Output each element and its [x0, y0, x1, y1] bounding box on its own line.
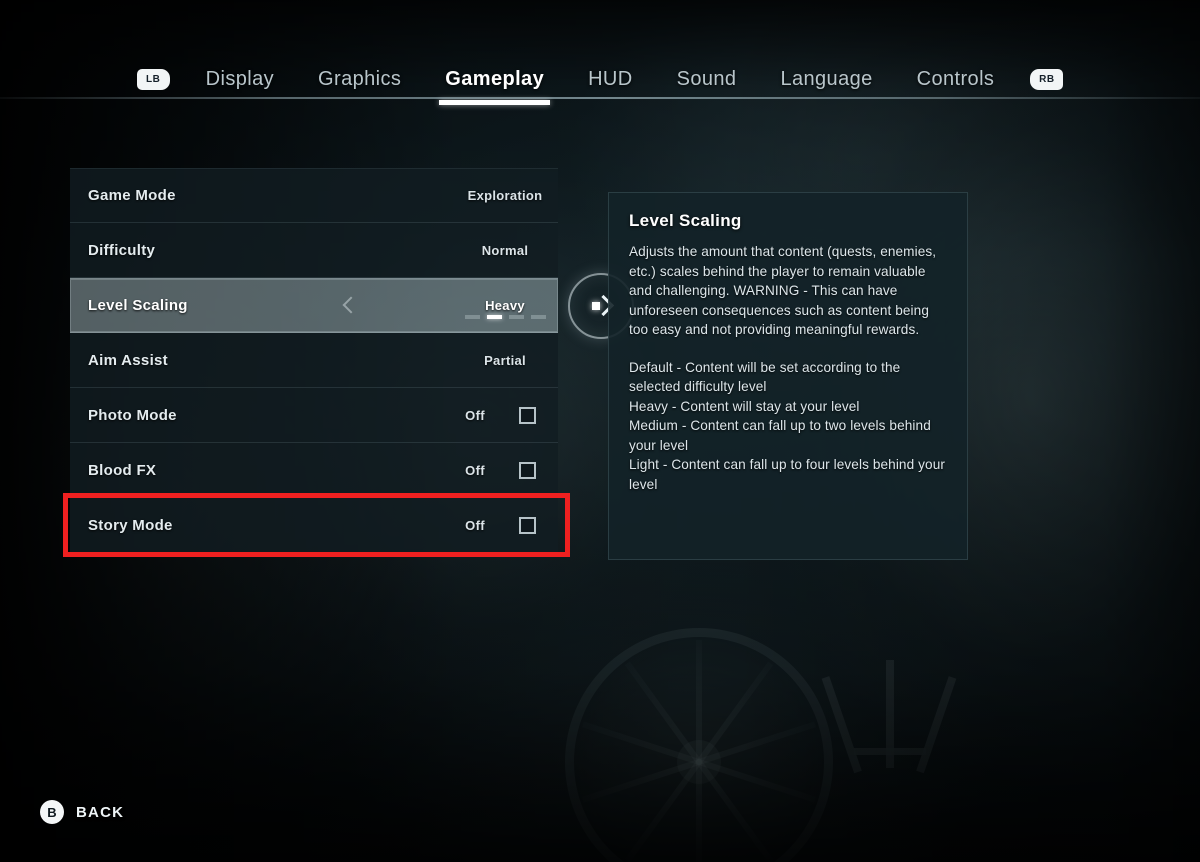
info-panel-description: Adjusts the amount that content (quests,… — [629, 244, 937, 337]
setting-row-difficulty[interactable]: Difficulty Normal — [70, 223, 558, 278]
step-segment — [530, 315, 546, 319]
settings-category-nav: LB Display Graphics Gameplay HUD Sound Languag… — [0, 0, 1200, 105]
info-panel-option: Light - Content can fall up to four leve… — [629, 457, 945, 492]
setting-checkbox[interactable] — [519, 517, 536, 534]
setting-row-game-mode[interactable]: Game Mode Exploration — [70, 168, 558, 223]
setting-label: Blood FX — [88, 461, 157, 479]
setting-row-level-scaling[interactable]: Level Scaling Heavy — [70, 272, 634, 339]
setting-value: Off — [465, 462, 485, 478]
setting-label: Aim Assist — [88, 351, 168, 369]
tab-sound[interactable]: Sound — [655, 68, 759, 91]
setting-value: Off — [465, 517, 485, 533]
step-segment — [464, 315, 480, 319]
info-panel-title: Level Scaling — [629, 211, 742, 230]
setting-row-blood-fx[interactable]: Blood FX Off — [70, 443, 558, 498]
chevron-left-icon[interactable] — [342, 297, 353, 315]
setting-checkbox[interactable] — [519, 407, 536, 424]
setting-label: Photo Mode — [88, 406, 177, 424]
setting-label: Story Mode — [88, 516, 173, 534]
setting-label: Game Mode — [88, 187, 176, 204]
tab-display[interactable]: Display — [184, 68, 296, 91]
info-panel-option-list: Default - Content will be set according … — [629, 358, 947, 495]
gameplay-settings-list: Game Mode Exploration Difficulty Normal Leve… — [70, 168, 634, 553]
back-button-label: BACK — [76, 803, 125, 821]
setting-label: Difficulty — [88, 241, 156, 259]
info-panel-spacer — [629, 340, 947, 358]
setting-row-photo-mode[interactable]: Photo Mode Off — [70, 388, 558, 443]
setting-value: Partial — [484, 352, 526, 368]
step-segment — [508, 315, 524, 319]
tab-language[interactable]: Language — [758, 68, 894, 91]
nav-tab-row: LB Display Graphics Gameplay HUD Sound Languag… — [0, 60, 1200, 105]
tab-controls[interactable]: Controls — [895, 68, 1017, 91]
step-segment — [486, 315, 502, 319]
back-button[interactable]: B BACK — [40, 800, 124, 824]
info-panel-option: Default - Content will be set according … — [629, 359, 901, 395]
nav-divider-line — [0, 97, 1200, 99]
left-bumper-icon[interactable]: LB — [136, 68, 170, 90]
setting-row-story-mode[interactable]: Story Mode Off — [70, 498, 558, 553]
b-button-icon: B — [40, 800, 64, 824]
setting-description-panel: Level Scaling Adjusts the amount that co… — [608, 192, 968, 560]
tab-graphics[interactable]: Graphics — [296, 68, 423, 91]
setting-label: Level Scaling — [88, 297, 188, 314]
info-panel-body: Adjusts the amount that content (quests,… — [629, 242, 947, 494]
info-panel-option: Medium - Content can fall up to two leve… — [629, 418, 931, 453]
setting-value: Normal — [481, 242, 529, 258]
right-bumper-icon[interactable]: RB — [1030, 68, 1064, 90]
setting-row-aim-assist[interactable]: Aim Assist Partial — [70, 333, 558, 388]
setting-value: Off — [465, 407, 485, 423]
tab-hud[interactable]: HUD — [566, 68, 655, 91]
game-settings-screen: LB Display Graphics Gameplay HUD Sound Languag… — [0, 0, 1200, 862]
tab-gameplay[interactable]: Gameplay — [423, 68, 566, 105]
setting-checkbox[interactable] — [519, 462, 536, 479]
info-panel-option: Heavy - Content will stay at your level — [629, 398, 860, 414]
setting-value: Exploration — [467, 188, 543, 203]
